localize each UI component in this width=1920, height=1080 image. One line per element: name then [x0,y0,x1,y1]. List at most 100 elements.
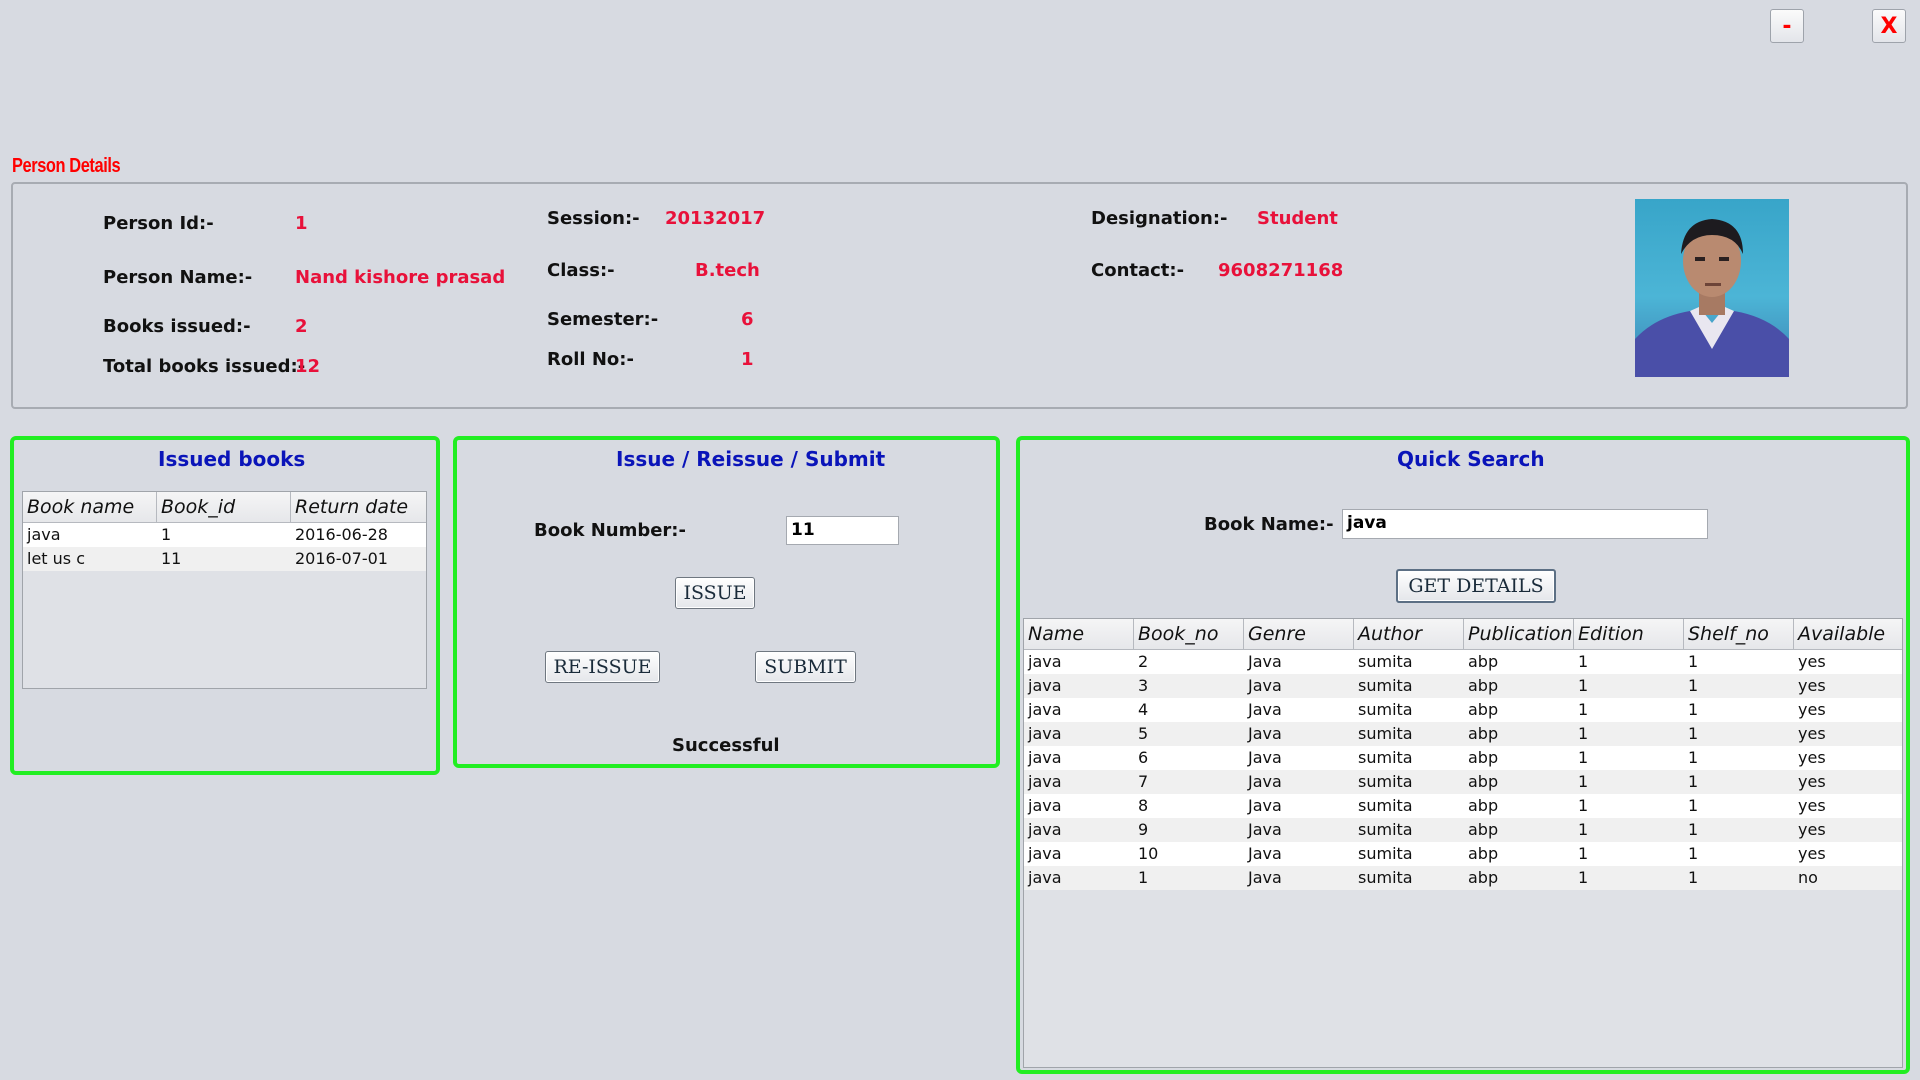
submit-button[interactable]: SUBMIT [755,651,856,683]
table-cell: java [27,525,61,544]
table-cell: Java [1248,796,1282,815]
table-cell: 7 [1138,772,1149,791]
table-cell: sumita [1358,748,1413,767]
status-message: Successful [672,735,780,756]
search-results-header: Name Book_no Genre Author Publication Ed… [1024,619,1902,650]
table-cell: 1 [1578,748,1589,767]
total-books-issued-value: 12 [295,356,321,377]
column-header[interactable]: Available [1794,619,1902,649]
person-details-title: Person Details [12,155,121,177]
column-header[interactable]: Edition [1574,619,1684,649]
column-header[interactable]: Book name [23,492,157,522]
table-cell: Java [1248,820,1282,839]
table-row[interactable]: java 8 Java sumita abp 1 1 yes [1024,794,1902,818]
table-row[interactable]: java 9 Java sumita abp 1 1 yes [1024,818,1902,842]
column-header[interactable]: Book_no [1134,619,1244,649]
table-cell: 1 [1688,700,1699,719]
column-header[interactable]: Shelf_no [1684,619,1794,649]
session-value: 20132017 [665,208,766,229]
table-cell: Java [1248,844,1282,863]
table-cell: 4 [1138,700,1149,719]
table-cell: sumita [1358,652,1413,671]
books-issued-label: Books issued:- [103,316,251,337]
book-number-input[interactable]: 11 [786,516,899,545]
column-header[interactable]: Book_id [157,492,291,522]
issued-books-body: java 1 2016-06-28 let us c 11 2016-07-01 [23,523,426,571]
table-cell: java [1028,868,1062,887]
total-books-issued-label: Total books issued:- [103,356,306,377]
table-cell: 1 [1578,772,1589,791]
issued-books-header: Book name Book_id Return date [23,492,426,523]
table-cell: 1 [1688,676,1699,695]
table-row[interactable]: java 5 Java sumita abp 1 1 yes [1024,722,1902,746]
table-cell: no [1798,868,1818,887]
table-cell: abp [1468,820,1499,839]
issued-books-table[interactable]: Book name Book_id Return date java 1 201… [22,491,427,689]
column-header[interactable]: Author [1354,619,1464,649]
table-cell: Java [1248,772,1282,791]
table-cell: 2016-06-28 [295,525,388,544]
roll-no-value: 1 [741,349,754,370]
table-row[interactable]: java 10 Java sumita abp 1 1 yes [1024,842,1902,866]
table-cell: yes [1798,820,1826,839]
table-cell: 3 [1138,676,1149,695]
table-cell: yes [1798,676,1826,695]
contact-value: 9608271168 [1218,260,1344,281]
person-name-value: Nand kishore prasad [295,267,506,288]
minimize-button[interactable]: - [1770,9,1804,43]
table-cell: java [1028,652,1062,671]
table-cell: sumita [1358,772,1413,791]
table-row[interactable]: java 1 Java sumita abp 1 1 no [1024,866,1902,890]
reissue-button[interactable]: RE-ISSUE [545,651,660,683]
semester-label: Semester:- [547,309,659,330]
table-cell: 1 [1578,652,1589,671]
search-results-table[interactable]: Name Book_no Genre Author Publication Ed… [1023,618,1903,1068]
book-number-label: Book Number:- [534,520,686,541]
close-button[interactable]: X [1872,9,1906,43]
table-cell: Java [1248,700,1282,719]
table-cell: 10 [1138,844,1159,863]
table-cell: 1 [1688,868,1699,887]
search-results-body: java 2 Java sumita abp 1 1 yes java 3 Java sumita ab… [1024,650,1902,890]
column-header[interactable]: Genre [1244,619,1354,649]
table-cell: abp [1468,748,1499,767]
designation-label: Designation:- [1091,208,1228,229]
table-cell: 6 [1138,748,1149,767]
table-cell: java [1028,820,1062,839]
table-cell: yes [1798,796,1826,815]
table-cell: Java [1248,676,1282,695]
table-row[interactable]: let us c 11 2016-07-01 [23,547,426,571]
table-cell: Java [1248,724,1282,743]
table-cell: Java [1248,652,1282,671]
get-details-button[interactable]: GET DETAILS [1396,569,1556,603]
table-cell: 2016-07-01 [295,549,388,568]
table-cell: abp [1468,772,1499,791]
table-row[interactable]: java 4 Java sumita abp 1 1 yes [1024,698,1902,722]
table-cell: 5 [1138,724,1149,743]
table-row[interactable]: java 3 Java sumita abp 1 1 yes [1024,674,1902,698]
table-cell: yes [1798,772,1826,791]
column-header[interactable]: Return date [291,492,426,522]
roll-no-label: Roll No:- [547,349,634,370]
table-row[interactable]: java 7 Java sumita abp 1 1 yes [1024,770,1902,794]
table-row[interactable]: java 6 Java sumita abp 1 1 yes [1024,746,1902,770]
table-cell: 1 [1688,772,1699,791]
table-cell: yes [1798,844,1826,863]
quick-search-title: Quick Search [1397,447,1545,471]
column-header[interactable]: Publication [1464,619,1574,649]
class-value: B.tech [695,260,760,281]
contact-label: Contact:- [1091,260,1185,281]
table-cell: java [1028,796,1062,815]
table-row[interactable]: java 2 Java sumita abp 1 1 yes [1024,650,1902,674]
table-cell: 1 [161,525,172,544]
table-row[interactable]: java 1 2016-06-28 [23,523,426,547]
table-cell: 1 [1688,820,1699,839]
table-cell: 2 [1138,652,1149,671]
designation-value: Student [1257,208,1338,229]
column-header[interactable]: Name [1024,619,1134,649]
book-name-label: Book Name:- [1204,514,1334,535]
book-name-input[interactable]: java [1342,509,1708,539]
person-name-label: Person Name:- [103,267,253,288]
issue-button[interactable]: ISSUE [675,577,755,609]
semester-value: 6 [741,309,754,330]
